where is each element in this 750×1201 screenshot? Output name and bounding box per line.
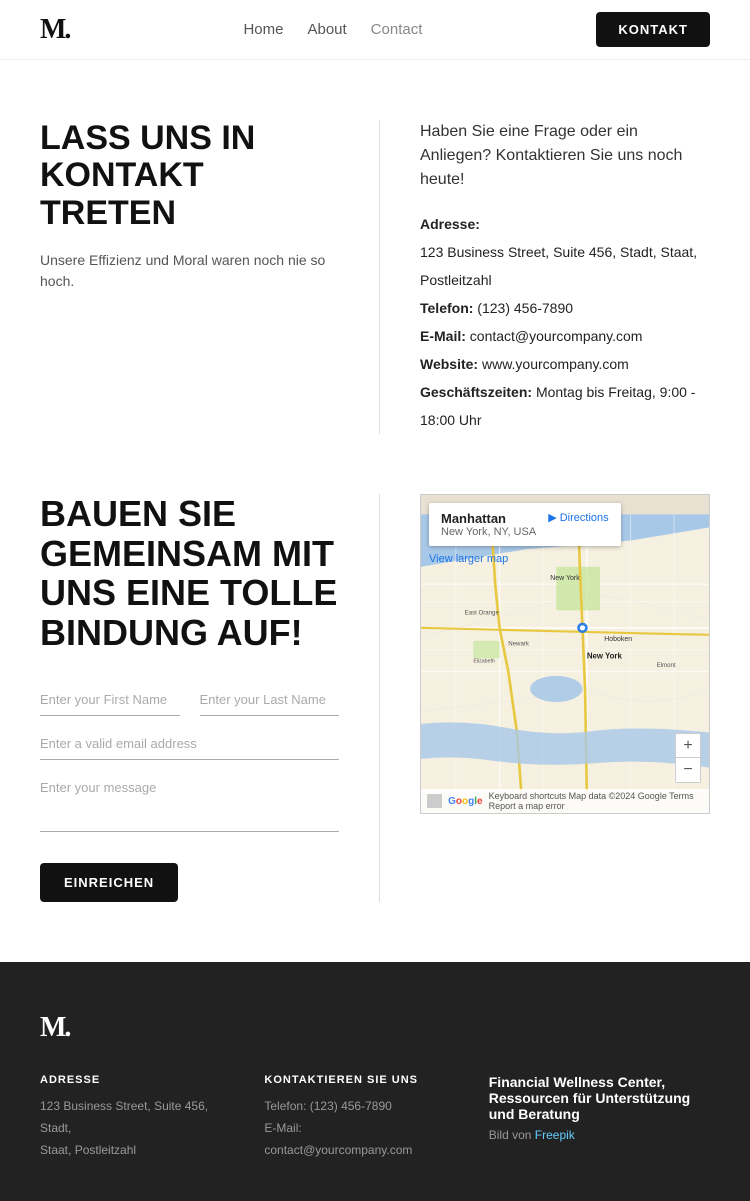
hours-line: Geschäftszeiten: Montag bis Freitag, 9:0… bbox=[420, 378, 710, 434]
email-value: contact@yourcompany.com bbox=[470, 328, 643, 344]
map-place-name: Manhattan bbox=[441, 511, 536, 526]
footer: M. ADRESSE 123 Business Street, Suite 45… bbox=[0, 962, 750, 1201]
svg-text:Elizabeth: Elizabeth bbox=[473, 659, 495, 665]
website-value: www.yourcompany.com bbox=[482, 356, 629, 372]
nav-home[interactable]: Home bbox=[243, 21, 283, 38]
section-contact-info: LASS UNS IN KONTAKT TRETEN Unsere Effizi… bbox=[40, 120, 710, 434]
svg-text:East Orange: East Orange bbox=[465, 610, 500, 617]
zoom-out-button[interactable]: − bbox=[676, 758, 700, 782]
tagline: Haben Sie eine Frage oder ein Anliegen? … bbox=[420, 120, 710, 192]
footer-col-promo: Financial Wellness Center, Ressourcen fü… bbox=[489, 1074, 710, 1161]
svg-text:New York: New York bbox=[587, 651, 623, 660]
svg-text:Elmont: Elmont bbox=[657, 662, 676, 669]
svg-text:Hoboken: Hoboken bbox=[604, 636, 632, 643]
logo[interactable]: M. bbox=[40, 14, 69, 46]
main-content: LASS UNS IN KONTAKT TRETEN Unsere Effizi… bbox=[0, 60, 750, 962]
footer-logo: M. bbox=[40, 1012, 710, 1044]
form-email-row bbox=[40, 728, 339, 760]
telefon-value: (123) 456-7890 bbox=[477, 300, 573, 316]
footer-address-title: ADRESSE bbox=[40, 1074, 224, 1086]
footer-contact-text: Telefon: (123) 456-7890 E-Mail: contact@… bbox=[264, 1096, 448, 1161]
message-textarea[interactable] bbox=[40, 772, 339, 832]
telefon-line: Telefon: (123) 456-7890 bbox=[420, 294, 710, 322]
footer-col-contact: KONTAKTIEREN SIE UNS Telefon: (123) 456-… bbox=[264, 1074, 448, 1161]
submit-button[interactable]: EINREICHEN bbox=[40, 863, 178, 902]
nav-about[interactable]: About bbox=[307, 21, 346, 38]
section1-heading: LASS UNS IN KONTAKT TRETEN bbox=[40, 120, 339, 232]
directions-icon: ▶ bbox=[548, 512, 556, 524]
address-label: Adresse: bbox=[420, 216, 480, 232]
svg-text:New York: New York bbox=[550, 575, 580, 582]
footer-col-address: ADRESSE 123 Business Street, Suite 456, … bbox=[40, 1074, 224, 1161]
google-logo: Google bbox=[448, 796, 482, 807]
map-footer-text: Keyboard shortcuts Map data ©2024 Google… bbox=[489, 791, 703, 811]
form-message-row bbox=[40, 772, 339, 835]
email-input[interactable] bbox=[40, 728, 339, 760]
view-larger-map[interactable]: View larger map bbox=[429, 553, 508, 565]
contact-info: Adresse: 123 Business Street, Suite 456,… bbox=[420, 210, 710, 434]
map-zoom-controls: + − bbox=[675, 733, 701, 783]
nav-contact[interactable]: Contact bbox=[371, 21, 423, 38]
footer-promo-sub: Bild von Freepik bbox=[489, 1128, 710, 1142]
telefon-label: Telefon: bbox=[420, 300, 473, 316]
navbar: M. Home About Contact KONTAKT bbox=[0, 0, 750, 60]
section2-right: New York Newark Elizabeth Hoboken New Yo… bbox=[380, 494, 710, 902]
map-place-sub: New York, NY, USA bbox=[441, 526, 536, 538]
freepik-link[interactable]: Freepik bbox=[535, 1128, 575, 1142]
first-name-input[interactable] bbox=[40, 684, 180, 716]
directions-label[interactable]: Directions bbox=[560, 512, 609, 524]
section2-heading: BAUEN SIE GEMEINSAM MIT UNS EINE TOLLE B… bbox=[40, 494, 339, 652]
address-line: Adresse: 123 Business Street, Suite 456,… bbox=[420, 210, 710, 294]
nav-links: Home About Contact bbox=[243, 21, 422, 38]
email-label: E-Mail: bbox=[420, 328, 466, 344]
map-container: New York Newark Elizabeth Hoboken New Yo… bbox=[420, 494, 710, 814]
footer-promo-title: Financial Wellness Center, Ressourcen fü… bbox=[489, 1074, 710, 1122]
section-form-map: BAUEN SIE GEMEINSAM MIT UNS EINE TOLLE B… bbox=[40, 494, 710, 962]
section2-left: BAUEN SIE GEMEINSAM MIT UNS EINE TOLLE B… bbox=[40, 494, 380, 902]
form-name-row bbox=[40, 684, 339, 716]
section1-subtext: Unsere Effizienz und Moral waren noch ni… bbox=[40, 250, 339, 292]
map-info-overlay: Manhattan New York, NY, USA ▶ Directions bbox=[429, 503, 621, 546]
map-footer: Google Keyboard shortcuts Map data ©2024… bbox=[421, 789, 709, 813]
address-value: 123 Business Street, Suite 456, Stadt, S… bbox=[420, 244, 697, 288]
footer-contact-title: KONTAKTIEREN SIE UNS bbox=[264, 1074, 448, 1086]
website-label: Website: bbox=[420, 356, 478, 372]
website-line: Website: www.yourcompany.com bbox=[420, 350, 710, 378]
zoom-in-button[interactable]: + bbox=[676, 734, 700, 758]
kontakt-button[interactable]: KONTAKT bbox=[596, 12, 710, 47]
section1-right: Haben Sie eine Frage oder ein Anliegen? … bbox=[380, 120, 710, 434]
hours-label: Geschäftszeiten: bbox=[420, 384, 532, 400]
footer-columns: ADRESSE 123 Business Street, Suite 456, … bbox=[40, 1074, 710, 1161]
email-line: E-Mail: contact@yourcompany.com bbox=[420, 322, 710, 350]
section1-left: LASS UNS IN KONTAKT TRETEN Unsere Effizi… bbox=[40, 120, 380, 434]
last-name-input[interactable] bbox=[200, 684, 340, 716]
contact-form: EINREICHEN bbox=[40, 684, 339, 902]
svg-text:Newark: Newark bbox=[508, 640, 530, 647]
footer-address-text: 123 Business Street, Suite 456, Stadt, S… bbox=[40, 1096, 224, 1161]
